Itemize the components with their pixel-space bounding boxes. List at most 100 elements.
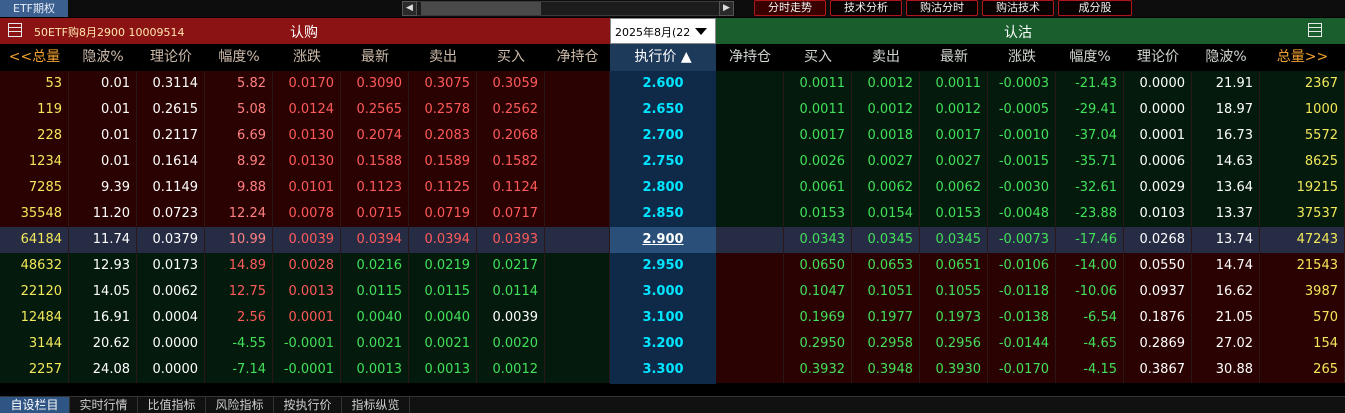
put-col-iv-header[interactable]: 隐波% — [1192, 44, 1260, 71]
nav-callput-technical-button[interactable]: 购沽技术 — [982, 0, 1054, 16]
strike-price-cell[interactable]: 3.000 — [610, 279, 716, 305]
strike-price-cell[interactable]: 2.800 — [610, 175, 716, 201]
strike-price-cell[interactable]: 3.100 — [610, 305, 716, 331]
put-change-cell: -0.0118 — [988, 279, 1056, 305]
put-theoretical-cell: 0.0006 — [1124, 149, 1192, 175]
call-theoretical-cell: 0.0000 — [137, 331, 205, 357]
table-row[interactable]: 53 0.01 0.3114 5.82 0.0170 0.3090 0.3075 0.3059… — [0, 71, 1345, 97]
call-change-pct-cell: 14.89 — [205, 253, 273, 279]
chevron-down-icon[interactable] — [695, 28, 707, 35]
put-change-pct-cell: -17.46 — [1056, 227, 1124, 253]
put-col-ask-header[interactable]: 卖出 — [852, 44, 920, 71]
put-last-cell: 0.0017 — [920, 123, 988, 149]
call-change-pct-cell: 12.75 — [205, 279, 273, 305]
call-bid-cell: 0.1582 — [477, 149, 545, 175]
put-theoretical-cell: 0.0937 — [1124, 279, 1192, 305]
tab-custom-columns[interactable]: 自设栏目 — [0, 397, 70, 413]
put-change-cell: -0.0138 — [988, 305, 1056, 331]
call-ask-cell: 0.1125 — [409, 175, 477, 201]
call-last-cell: 0.1588 — [341, 149, 409, 175]
strike-price-cell[interactable]: 2.950 — [610, 253, 716, 279]
call-change-cell: 0.0078 — [273, 201, 341, 227]
put-col-open-interest-header[interactable]: 净持仓 — [716, 44, 784, 71]
month-select[interactable]: 2025年8月(22天) — [610, 18, 716, 44]
put-theoretical-cell: 0.1876 — [1124, 305, 1192, 331]
call-col-bid-header[interactable]: 买入 — [477, 44, 545, 71]
tab-by-strike[interactable]: 按执行价 — [274, 397, 342, 413]
strike-price-cell[interactable]: 2.850 — [610, 201, 716, 227]
call-bid-cell: 0.0717 — [477, 201, 545, 227]
put-ask-cell: 0.0012 — [852, 97, 920, 123]
strike-price-cell[interactable]: 2.900 — [610, 227, 716, 253]
call-col-last-header[interactable]: 最新 — [341, 44, 409, 71]
call-col-change-pct-header[interactable]: 幅度% — [205, 44, 273, 71]
call-col-theoretical-header[interactable]: 理论价 — [137, 44, 205, 71]
call-col-open-interest-header[interactable]: 净持仓 — [545, 44, 610, 71]
strike-col-header[interactable]: 执行价 ▲ — [610, 44, 716, 71]
grid-menu-icon[interactable] — [8, 23, 22, 37]
strike-price-cell[interactable]: 3.300 — [610, 357, 716, 383]
call-col-volume-header[interactable]: <<总量 — [0, 44, 69, 71]
grid-menu-icon[interactable] — [1308, 23, 1322, 37]
table-row[interactable]: 119 0.01 0.2615 5.08 0.0124 0.2565 0.2578 0.256… — [0, 97, 1345, 123]
table-row[interactable]: 3144 20.62 0.0000 -4.55 -0.0001 0.0021 0.0021 0… — [0, 331, 1345, 357]
put-col-last-header[interactable]: 最新 — [920, 44, 988, 71]
call-last-cell: 0.1123 — [341, 175, 409, 201]
put-change-cell: -0.0015 — [988, 149, 1056, 175]
table-row[interactable]: 64184 11.74 0.0379 10.99 0.0039 0.0394 0.0394 0… — [0, 227, 1345, 253]
put-col-change-pct-header[interactable]: 幅度% — [1056, 44, 1124, 71]
call-header: 50ETF购8月2900 10009514 认购 — [0, 18, 610, 44]
nav-intraday-button[interactable]: 分时走势 — [754, 0, 826, 16]
call-bid-cell: 0.0114 — [477, 279, 545, 305]
table-row[interactable]: 48632 12.93 0.0173 14.89 0.0028 0.0216 0.0219 0… — [0, 253, 1345, 279]
put-last-cell: 0.0011 — [920, 71, 988, 97]
tab-indicator-overview[interactable]: 指标纵览 — [342, 397, 410, 413]
strike-price-cell[interactable]: 2.650 — [610, 97, 716, 123]
table-row[interactable]: 12484 16.91 0.0004 2.56 0.0001 0.0040 0.0040 0.… — [0, 305, 1345, 331]
nav-components-button[interactable]: 成分股 — [1058, 0, 1132, 16]
put-col-volume-header[interactable]: 总量>> — [1260, 44, 1345, 71]
call-col-change-header[interactable]: 涨跌 — [273, 44, 341, 71]
put-volume-cell: 5572 — [1260, 123, 1345, 149]
put-col-bid-header[interactable]: 买入 — [784, 44, 852, 71]
call-bid-cell: 0.0012 — [477, 357, 545, 383]
put-col-theoretical-header[interactable]: 理论价 — [1124, 44, 1192, 71]
call-change-pct-cell: 8.92 — [205, 149, 273, 175]
call-last-cell: 0.0021 — [341, 331, 409, 357]
etf-options-tab[interactable]: ETF期权 — [0, 0, 68, 17]
table-row[interactable]: 228 0.01 0.2117 6.69 0.0130 0.2074 0.2083 0.206… — [0, 123, 1345, 149]
scroll-right-button[interactable]: ▶ — [719, 1, 734, 16]
tab-ratio-indicators[interactable]: 比值指标 — [138, 397, 206, 413]
put-iv-cell: 14.74 — [1192, 253, 1260, 279]
strike-price-cell[interactable]: 2.750 — [610, 149, 716, 175]
nav-technical-button[interactable]: 技术分析 — [830, 0, 902, 16]
put-change-pct-cell: -4.65 — [1056, 331, 1124, 357]
tab-risk-indicators[interactable]: 风险指标 — [206, 397, 274, 413]
put-iv-cell: 13.37 — [1192, 201, 1260, 227]
table-row[interactable]: 22120 14.05 0.0062 12.75 0.0013 0.0115 0.0115 0… — [0, 279, 1345, 305]
put-iv-cell: 13.74 — [1192, 227, 1260, 253]
scroll-left-button[interactable]: ◀ — [402, 1, 417, 16]
put-last-cell: 0.1055 — [920, 279, 988, 305]
strike-price-cell[interactable]: 2.600 — [610, 71, 716, 97]
tab-realtime[interactable]: 实时行情 — [70, 397, 138, 413]
put-change-pct-cell: -4.15 — [1056, 357, 1124, 383]
call-volume-cell: 22120 — [0, 279, 69, 305]
call-change-cell: 0.0124 — [273, 97, 341, 123]
call-col-ask-header[interactable]: 卖出 — [409, 44, 477, 71]
nav-callput-intraday-button[interactable]: 购沽分时 — [906, 0, 978, 16]
strike-price-cell[interactable]: 3.200 — [610, 331, 716, 357]
scroll-thumb[interactable] — [421, 2, 541, 15]
call-bid-cell: 0.0020 — [477, 331, 545, 357]
put-col-change-header[interactable]: 涨跌 — [988, 44, 1056, 71]
table-row[interactable]: 1234 0.01 0.1614 8.92 0.0130 0.1588 0.1589 0.15… — [0, 149, 1345, 175]
put-ask-cell: 0.0062 — [852, 175, 920, 201]
table-row[interactable]: 2257 24.08 0.0000 -7.14 -0.0001 0.0013 0.0013 0… — [0, 357, 1345, 383]
table-row[interactable]: 35548 11.20 0.0723 12.24 0.0078 0.0715 0.0719 0… — [0, 201, 1345, 227]
put-theoretical-cell: 0.2869 — [1124, 331, 1192, 357]
strike-price-cell[interactable]: 2.700 — [610, 123, 716, 149]
put-theoretical-cell: 0.0000 — [1124, 71, 1192, 97]
table-row[interactable]: 7285 9.39 0.1149 9.88 0.0101 0.1123 0.1125 0.11… — [0, 175, 1345, 201]
call-col-iv-header[interactable]: 隐波% — [69, 44, 137, 71]
put-change-cell: -0.0005 — [988, 97, 1056, 123]
